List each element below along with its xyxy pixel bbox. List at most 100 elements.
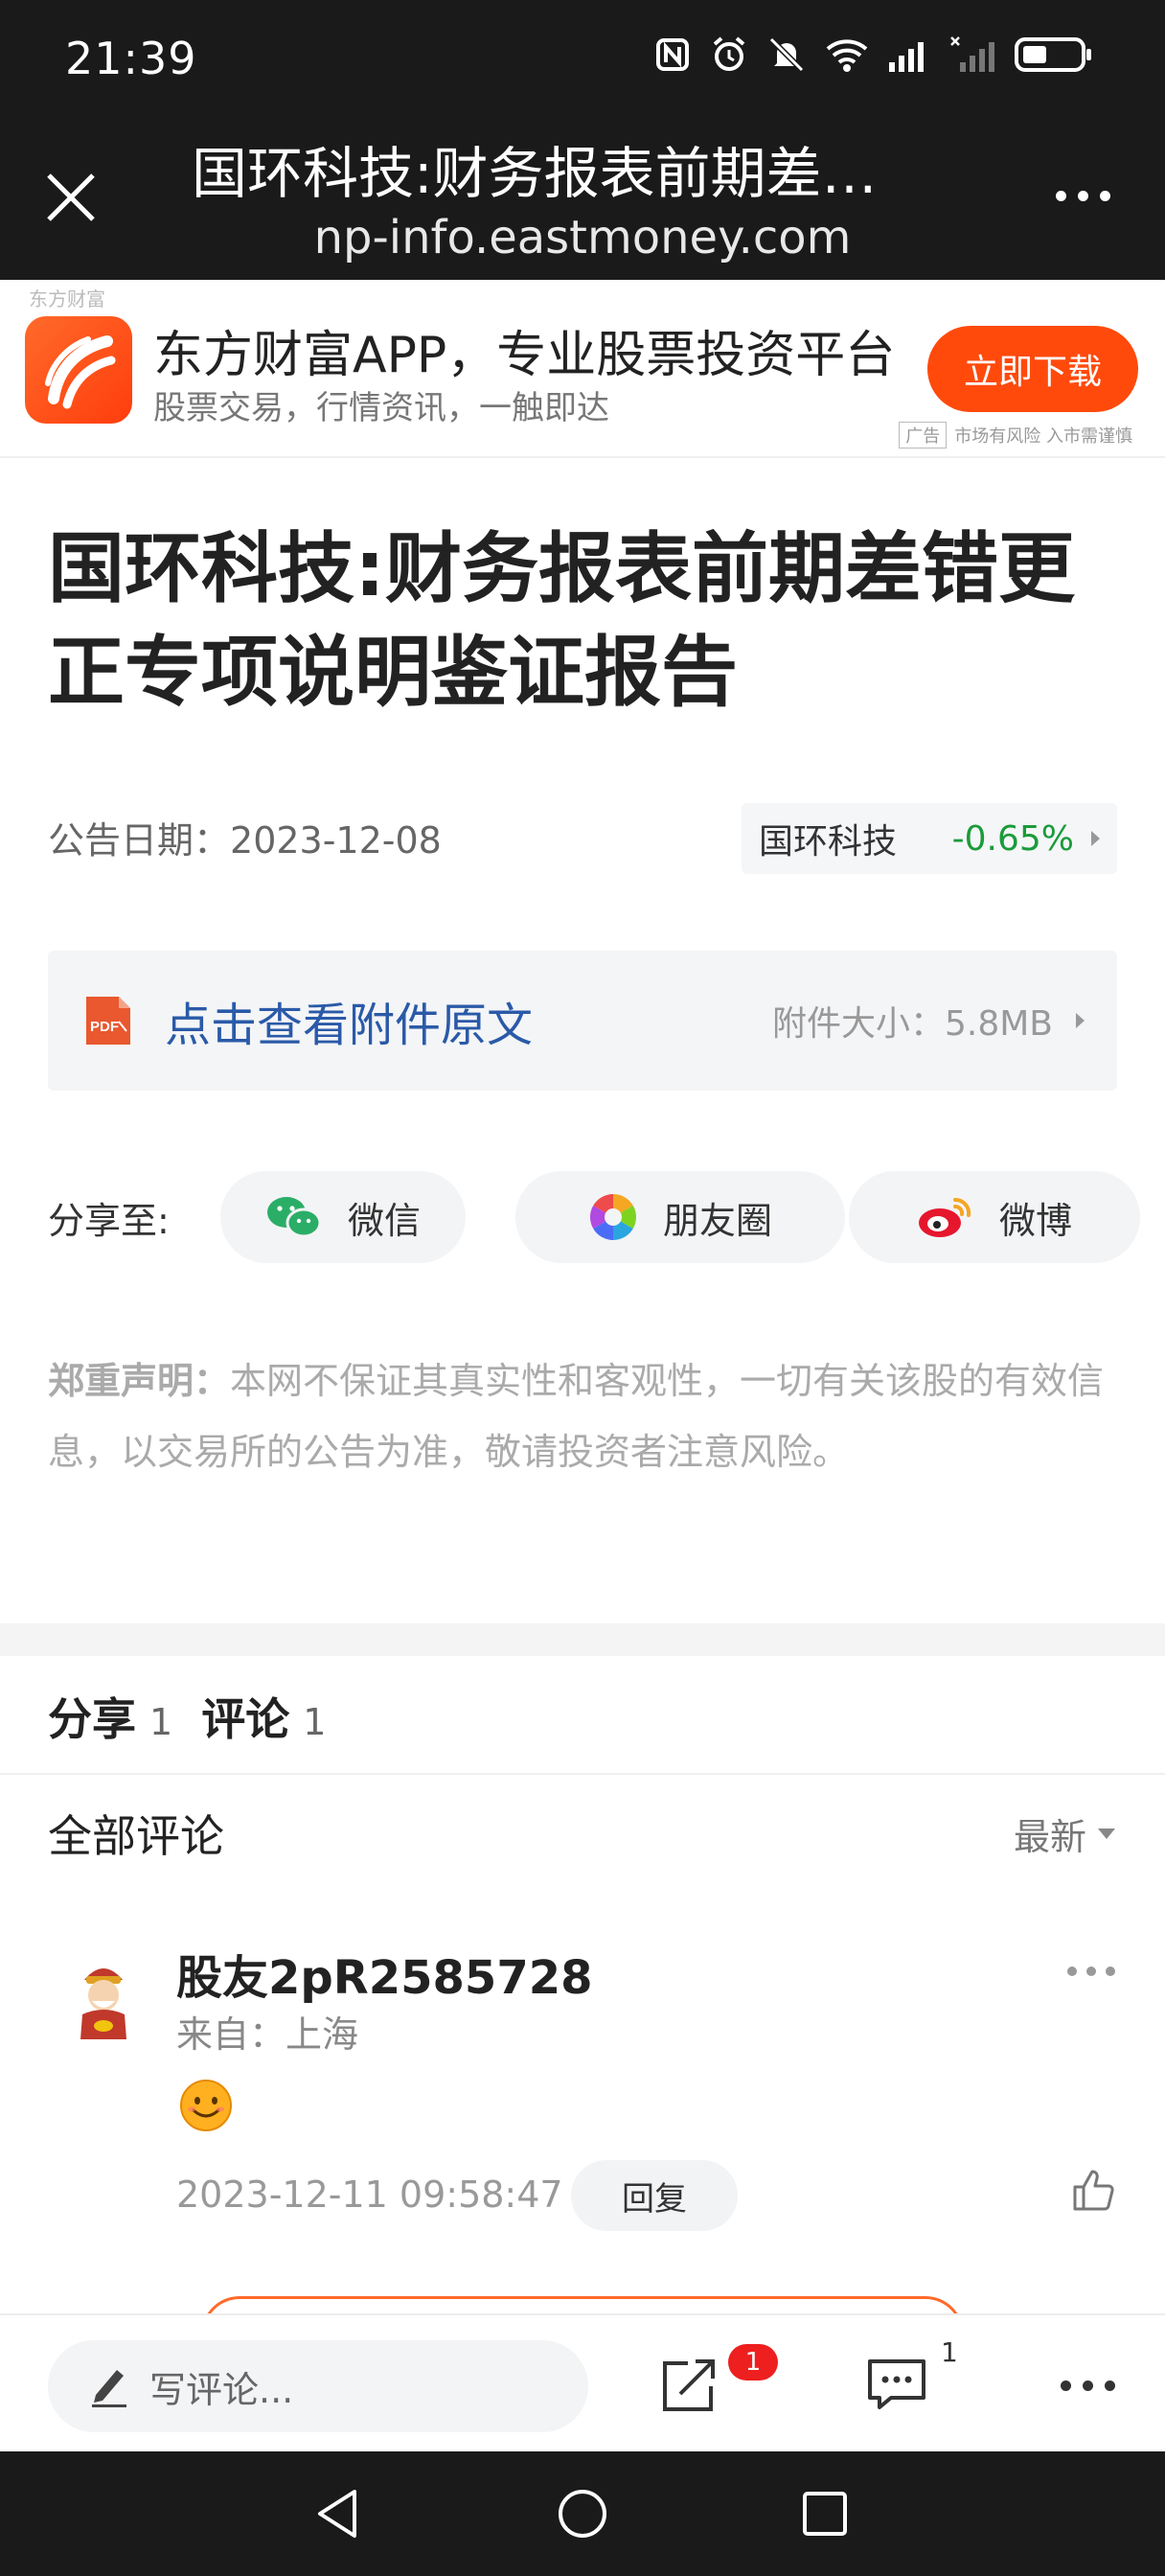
comment-more-button[interactable] xyxy=(1067,1966,1115,1976)
wifi-icon xyxy=(826,39,868,72)
more-dot xyxy=(1105,2380,1115,2391)
more-dot xyxy=(1106,1966,1115,1976)
attachment-size-value: 5.8MB xyxy=(944,1004,1053,1044)
back-button[interactable] xyxy=(305,2480,372,2547)
nfc-icon xyxy=(656,38,689,71)
pdf-icon: PDF xyxy=(80,993,136,1048)
alarm-icon xyxy=(713,36,745,71)
download-button[interactable]: 立即下载 xyxy=(927,326,1138,412)
comment-username[interactable]: 股友2pR2585728 xyxy=(176,1940,593,2007)
more-dot xyxy=(1099,190,1110,201)
share-moments-label: 朋友圈 xyxy=(662,1199,772,1242)
comment-location: 来自：上海 xyxy=(176,2013,359,2056)
recents-square-icon xyxy=(803,2492,847,2536)
close-button[interactable] xyxy=(40,167,102,228)
pencil-icon xyxy=(92,2370,126,2407)
comments-button[interactable] xyxy=(866,2356,927,2417)
chevron-right-icon xyxy=(1091,831,1100,846)
recents-button[interactable] xyxy=(791,2480,858,2547)
status-icons xyxy=(653,34,1094,75)
ad-subtitle: 股票交易，行情资讯，一触即达 xyxy=(153,389,609,427)
tabs-divider xyxy=(0,1773,1165,1775)
ad-brand-tiny: 东方财富 xyxy=(29,288,105,310)
share-wechat-label: 微信 xyxy=(347,1199,421,1242)
more-dot xyxy=(1086,1966,1096,1976)
disclaimer: 郑重声明：本网不保证其真实性和客观性，一切有关该股的有效信息，以交易所的公告为准… xyxy=(48,1346,1117,1487)
ad-title: 东方财富APP，专业股票投资平台 xyxy=(153,327,896,384)
ad-risk-text: 市场有风险 入市需谨慎 xyxy=(954,426,1132,447)
tab-comments[interactable]: 评论 xyxy=(201,1685,289,1748)
chevron-down-icon xyxy=(1098,1828,1115,1839)
section-divider xyxy=(0,1623,1165,1656)
svg-text:PDF: PDF xyxy=(90,1019,119,1035)
more-actions-button[interactable] xyxy=(1061,2380,1115,2391)
attachment-size-label: 附件大小： xyxy=(771,1004,945,1044)
mute-icon xyxy=(768,36,805,73)
more-menu-button[interactable] xyxy=(1039,176,1127,215)
comments-header: 全部评论 xyxy=(48,1810,224,1862)
back-triangle-icon xyxy=(318,2490,356,2538)
write-comment-placeholder: 写评论... xyxy=(149,2368,294,2411)
page-url: np-info.eastmoney.com xyxy=(313,211,852,264)
tab-comments-count: 1 xyxy=(303,1701,327,1743)
date-label: 公告日期： xyxy=(48,819,231,862)
share-wechat-button[interactable]: 微信 xyxy=(220,1171,466,1263)
signal-icon xyxy=(889,42,924,72)
ad-label: 广告 xyxy=(899,422,948,448)
share-icon xyxy=(663,2359,715,2411)
more-dot xyxy=(1067,1966,1077,1976)
comment-icon xyxy=(868,2359,925,2409)
write-comment-input[interactable]: 写评论... xyxy=(48,2340,588,2432)
smile-emoji-icon xyxy=(178,2078,234,2133)
share-label: 分享至: xyxy=(48,1199,170,1242)
app-logo-icon xyxy=(25,316,132,424)
more-dot xyxy=(1077,190,1088,201)
sort-label: 最新 xyxy=(1013,1816,1086,1858)
system-navigation-bar xyxy=(0,2451,1165,2576)
reply-button[interactable]: 回复 xyxy=(571,2160,738,2231)
more-dot xyxy=(1055,190,1066,201)
stock-change: -0.65% xyxy=(951,818,1074,859)
home-circle-icon xyxy=(559,2490,606,2538)
avatar[interactable] xyxy=(57,1951,149,2043)
attachment-size: 附件大小：5.8MB xyxy=(772,996,1053,1046)
comment-count: 1 xyxy=(941,2336,958,2368)
interaction-tabs: 分享 1 评论 1 xyxy=(48,1685,354,1748)
more-dot xyxy=(1083,2380,1093,2391)
status-time: 21:39 xyxy=(65,33,197,84)
date-value: 2023-12-08 xyxy=(230,819,442,862)
weibo-icon xyxy=(918,1197,971,1237)
signal-no-sim-icon xyxy=(950,36,994,72)
share-row: 分享至: 微信 朋友圈 微博 xyxy=(48,1171,1140,1263)
battery-icon xyxy=(1015,37,1091,72)
share-button[interactable] xyxy=(659,2356,720,2417)
share-weibo-button[interactable]: 微博 xyxy=(849,1171,1140,1263)
article-title: 国环科技:财务报表前期差错更正专项说明鉴证报告 xyxy=(48,524,1075,717)
share-moments-button[interactable]: 朋友圈 xyxy=(515,1171,845,1263)
tab-share[interactable]: 分享 xyxy=(48,1685,136,1748)
ad-tag: 广告 市场有风险 入市需谨慎 xyxy=(899,422,1132,448)
comment-time: 2023-12-11 09:58:47 xyxy=(176,2174,563,2216)
attachment-link[interactable]: PDF 点击查看附件原文 附件大小：5.8MB xyxy=(48,951,1117,1091)
close-icon xyxy=(47,173,95,221)
like-button[interactable] xyxy=(1071,2168,1117,2216)
attachment-link-text[interactable]: 点击查看附件原文 xyxy=(165,987,533,1054)
disclaimer-label: 郑重声明： xyxy=(48,1360,231,1402)
wechat-icon xyxy=(266,1197,322,1238)
page-title: 国环科技:财务报表前期差… xyxy=(192,141,878,206)
bottom-action-bar: 写评论... 1 1 xyxy=(0,2313,1165,2451)
tab-share-count: 1 xyxy=(149,1701,173,1743)
thumbs-up-icon xyxy=(1073,2170,1114,2211)
stock-quote-chip[interactable]: 国环科技 -0.65% xyxy=(742,803,1117,874)
announcement-date: 公告日期：2023-12-08 xyxy=(48,811,442,863)
share-weibo-label: 微博 xyxy=(998,1199,1072,1242)
comment-item: 股友2pR2585728 来自：上海 2023-12-11 09:58:47 回… xyxy=(0,1917,1165,2319)
browser-header: 21:39 国环科技:财务报表前期差… np-info.eastmoney.co… xyxy=(0,0,1165,280)
more-dot xyxy=(1061,2380,1071,2391)
chevron-right-icon xyxy=(1076,1013,1085,1028)
stock-name: 国环科技 xyxy=(759,822,898,862)
moments-icon xyxy=(589,1194,636,1240)
home-button[interactable] xyxy=(549,2480,616,2547)
sort-dropdown[interactable]: 最新 xyxy=(1014,1807,1115,1860)
ad-banner[interactable]: 东方财富 东方财富APP，专业股票投资平台 股票交易，行情资讯，一触即达 立即下… xyxy=(0,280,1165,458)
